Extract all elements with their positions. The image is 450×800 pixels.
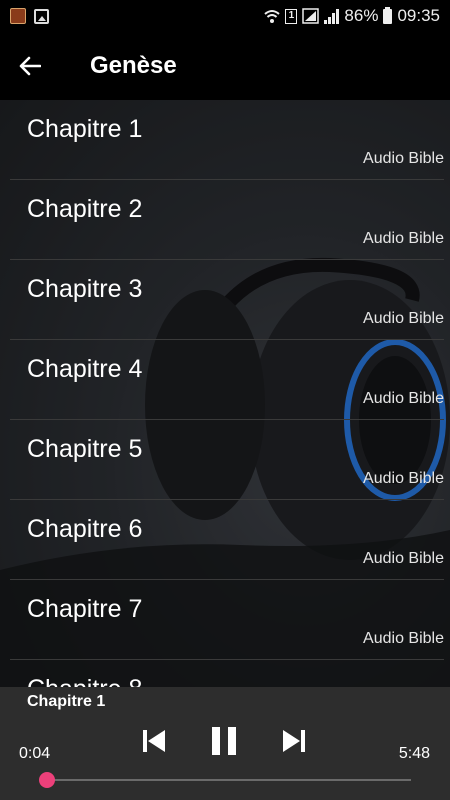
chapter-title: Chapitre 7 bbox=[27, 595, 143, 623]
chapter-subtitle: Audio Bible bbox=[363, 630, 444, 647]
chapter-title: Chapitre 3 bbox=[27, 275, 143, 303]
chapter-subtitle: Audio Bible bbox=[363, 550, 444, 567]
chapter-title: Chapitre 5 bbox=[27, 435, 143, 463]
skip-previous-icon bbox=[143, 730, 165, 752]
seek-bar-thumb[interactable] bbox=[39, 772, 56, 788]
chapter-title: Chapitre 8 bbox=[27, 675, 142, 687]
network-icon bbox=[302, 8, 320, 24]
chapter-list-item[interactable]: Chapitre 5 Audio Bible bbox=[10, 420, 444, 500]
app-bar: Genèse bbox=[0, 32, 450, 100]
chapter-list-item[interactable]: Chapitre 7 Audio Bible bbox=[10, 580, 444, 660]
chapter-list-item[interactable]: Chapitre 6 Audio Bible bbox=[10, 500, 444, 580]
pause-button[interactable] bbox=[204, 721, 244, 761]
signal-icon bbox=[324, 8, 340, 24]
chapter-subtitle: Audio Bible bbox=[363, 470, 444, 487]
skip-next-icon bbox=[283, 730, 305, 752]
chapter-subtitle: Audio Bible bbox=[363, 150, 444, 167]
arrow-back-icon bbox=[19, 56, 41, 76]
chapter-title: Chapitre 4 bbox=[27, 355, 143, 383]
pause-icon bbox=[212, 727, 236, 755]
previous-button[interactable] bbox=[134, 721, 174, 761]
current-time: 0:04 bbox=[19, 745, 51, 762]
page-title: Genèse bbox=[90, 52, 177, 79]
chapter-list-item[interactable]: Chapitre 1 Audio Bible bbox=[10, 100, 444, 180]
chapter-subtitle: Audio Bible bbox=[363, 310, 444, 327]
sim-slot-icon: 1 bbox=[285, 8, 298, 24]
chapter-list-item[interactable]: Chapitre 8Audio Bible bbox=[10, 660, 444, 687]
battery-percent: 86% bbox=[344, 6, 379, 25]
app-notification-icon bbox=[10, 8, 26, 24]
chapter-list[interactable]: Chapitre 1 Audio Bible Chapitre 2 Audio Bib… bbox=[0, 100, 450, 687]
chapter-list-item[interactable]: Chapitre 4 Audio Bible bbox=[10, 340, 444, 420]
chapter-subtitle: Audio Bible bbox=[363, 390, 444, 407]
status-bar: 1 86% 09:35 bbox=[0, 0, 450, 32]
next-button[interactable] bbox=[274, 721, 314, 761]
chapter-title: Chapitre 2 bbox=[27, 195, 143, 223]
now-playing-title: Chapitre 1 bbox=[27, 693, 106, 710]
media-player-bar: Chapitre 1 0:04 5:48 bbox=[0, 687, 450, 800]
chapter-subtitle: Audio Bible bbox=[363, 230, 444, 247]
clock: 09:35 bbox=[397, 6, 440, 25]
chapter-title: Chapitre 1 bbox=[27, 115, 143, 143]
image-notification-icon bbox=[34, 8, 49, 24]
wifi-icon bbox=[264, 10, 281, 23]
total-time: 5:48 bbox=[398, 745, 430, 762]
battery-icon bbox=[383, 6, 393, 24]
chapter-title: Chapitre 6 bbox=[27, 515, 143, 543]
back-button[interactable] bbox=[0, 32, 60, 100]
chapter-list-item[interactable]: Chapitre 2 Audio Bible bbox=[10, 180, 444, 260]
seek-bar[interactable] bbox=[43, 779, 411, 781]
chapter-list-item[interactable]: Chapitre 3 Audio Bible bbox=[10, 260, 444, 340]
